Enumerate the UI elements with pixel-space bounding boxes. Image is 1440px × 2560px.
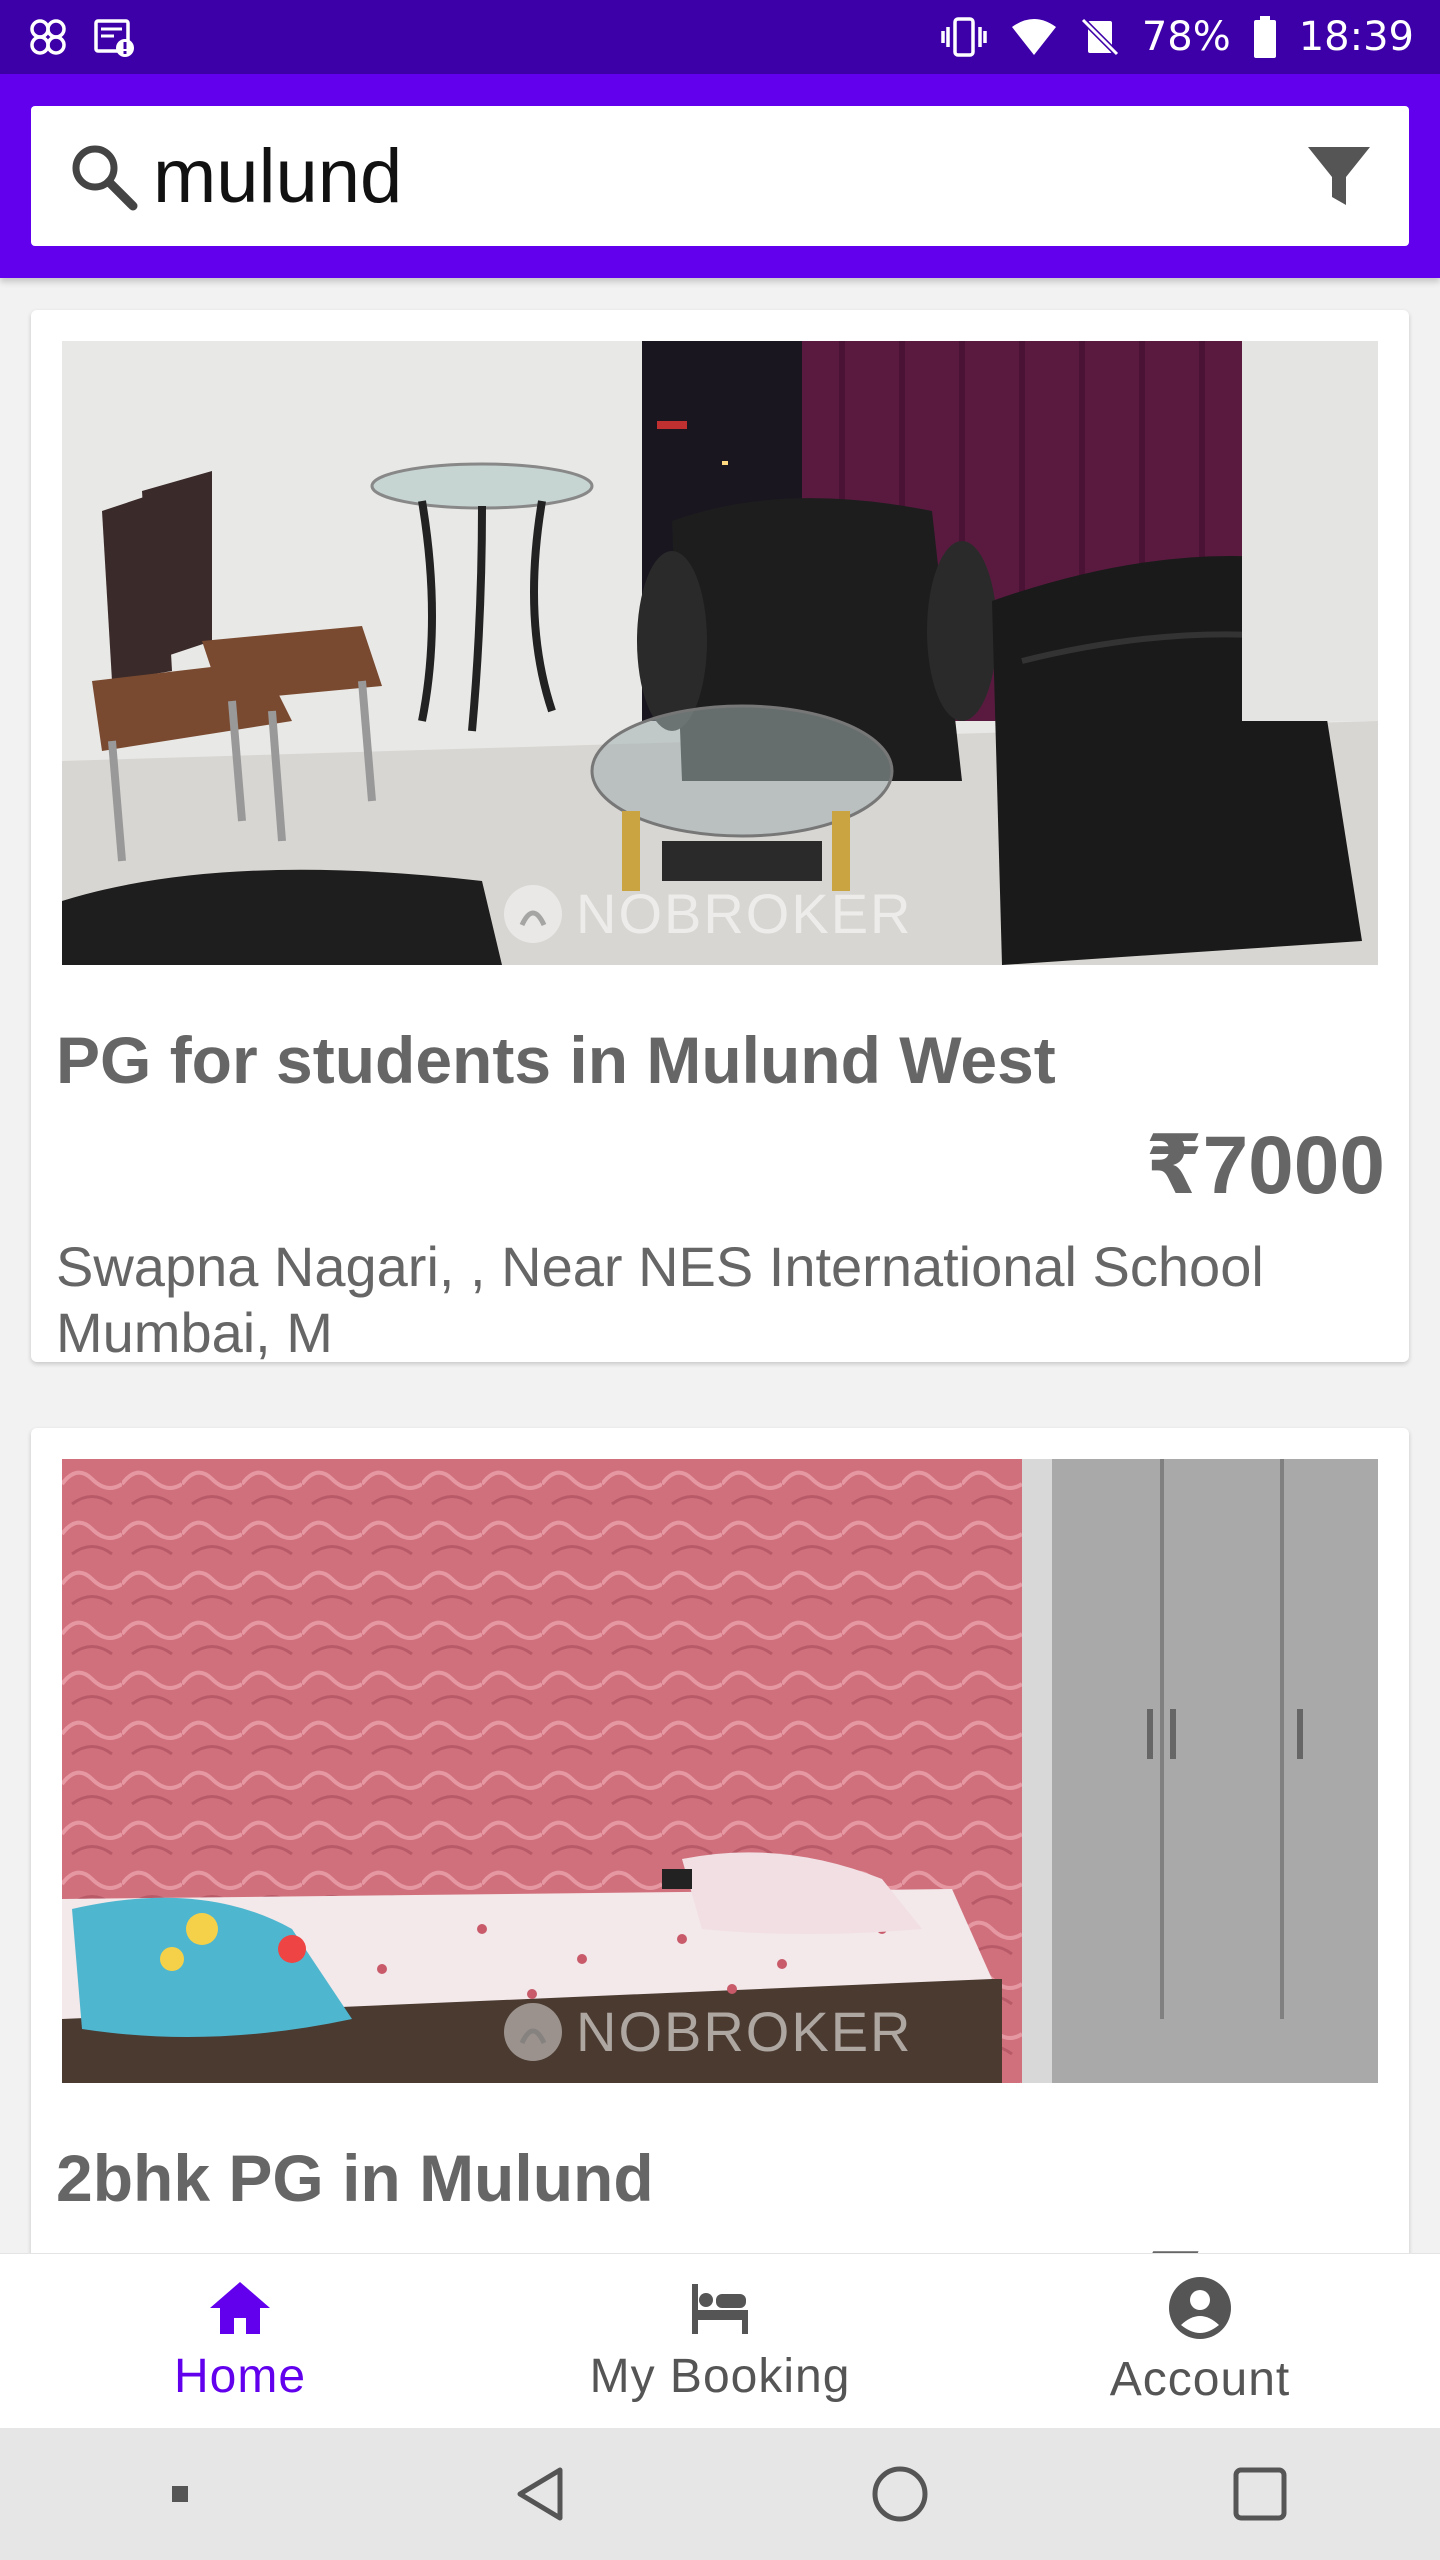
listing-price: ₹8000 <box>1146 2236 1385 2253</box>
nav-account[interactable]: Account <box>960 2254 1440 2428</box>
search-input[interactable] <box>145 106 1299 246</box>
filter-icon[interactable] <box>1299 136 1379 216</box>
battery-percent: 78% <box>1141 14 1231 60</box>
nav-home[interactable]: Home <box>0 2254 480 2428</box>
home-icon <box>208 2278 272 2343</box>
listing-photo[interactable]: NOBROKER <box>62 1459 1378 2083</box>
app-bar <box>0 74 1440 278</box>
recents-icon[interactable] <box>1200 2434 1320 2554</box>
system-nav-bar <box>0 2428 1440 2560</box>
no-signal-icon <box>1080 17 1120 57</box>
status-left <box>26 15 136 59</box>
watermark: NOBROKER <box>502 881 913 946</box>
pinwheel-icon <box>26 15 70 59</box>
listing-feed[interactable]: NOBROKER PG for students in Mulund West … <box>0 278 1440 2253</box>
listing-address: Swapna Nagari, , Near NES International … <box>56 1235 1264 1364</box>
nav-my-booking-label: My Booking <box>589 2350 851 2403</box>
watermark-text: NOBROKER <box>576 2000 913 2063</box>
status-bar: 78% 18:39 <box>0 0 1440 74</box>
dot-icon[interactable] <box>120 2434 240 2554</box>
listing-price: ₹7000 <box>1145 1120 1385 1211</box>
listing-card[interactable]: NOBROKER 2bhk PG in Mulund ₹8000 <box>31 1428 1409 2253</box>
search-box[interactable] <box>31 106 1409 246</box>
listing-card[interactable]: NOBROKER PG for students in Mulund West … <box>31 310 1409 1364</box>
bed-icon <box>688 2278 752 2343</box>
listing-photo[interactable]: NOBROKER <box>62 341 1378 965</box>
battery-icon <box>1253 16 1277 58</box>
clock: 18:39 <box>1298 14 1414 60</box>
nav-account-label: Account <box>1109 2353 1291 2406</box>
account-icon <box>1167 2275 1233 2346</box>
listing-title[interactable]: 2bhk PG in Mulund <box>56 2140 654 2216</box>
nav-my-booking[interactable]: My Booking <box>480 2254 960 2428</box>
notification-alert-icon <box>92 15 136 59</box>
listing-title[interactable]: PG for students in Mulund West <box>56 1022 1056 1098</box>
nav-home-label: Home <box>173 2350 307 2403</box>
wifi-icon <box>1010 17 1058 57</box>
bottom-nav: Home My Booking Account <box>0 2253 1440 2428</box>
vibrate-icon <box>940 15 988 59</box>
home-circle-icon[interactable] <box>840 2434 960 2554</box>
status-right: 78% 18:39 <box>940 14 1414 60</box>
back-icon[interactable] <box>480 2434 600 2554</box>
watermark: NOBROKER <box>502 1999 913 2064</box>
search-icon[interactable] <box>61 134 145 218</box>
watermark-text: NOBROKER <box>576 882 913 945</box>
